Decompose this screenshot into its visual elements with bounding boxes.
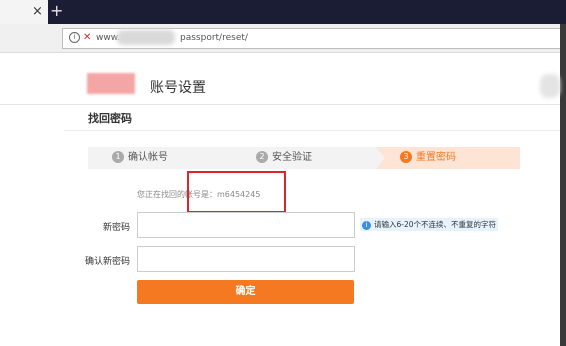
step-security-verification: 2 安全验证: [232, 147, 376, 169]
avatar[interactable]: [540, 74, 560, 98]
step-number: 1: [112, 151, 124, 163]
new-password-input[interactable]: [137, 212, 355, 238]
url-field[interactable]: i ✕ www. passport/reset/: [62, 28, 560, 49]
confirm-password-label: 确认新密码: [84, 257, 130, 267]
step-label: 安全验证: [272, 152, 312, 163]
header-divider: [0, 104, 560, 105]
confirm-button[interactable]: 确定: [137, 280, 354, 304]
step-label: 重置密码: [416, 152, 456, 163]
address-bar: i ✕ www. passport/reset/: [0, 24, 560, 53]
plus-icon[interactable]: +: [50, 2, 63, 20]
step-label: 确认帐号: [128, 152, 168, 163]
section-title: 找回密码: [88, 112, 132, 125]
page-title: 账号设置: [150, 80, 206, 96]
highlight-box: [187, 171, 286, 213]
insecure-lock-icon[interactable]: ✕: [83, 32, 91, 44]
step-confirm-account: 1 确认帐号: [88, 147, 232, 169]
close-icon[interactable]: ×: [32, 4, 43, 20]
info-icon: i: [362, 220, 371, 230]
step-reset-password: 3 重置密码: [376, 147, 520, 169]
step-separator: [376, 147, 385, 169]
step-number: 2: [256, 151, 268, 163]
info-icon[interactable]: i: [69, 32, 80, 43]
password-tip: i 请输入6-20个不连续、不重复的字符: [360, 218, 498, 231]
confirm-password-input[interactable]: [137, 246, 355, 272]
step-number: 3: [400, 151, 412, 163]
browser-tab[interactable]: ×: [0, 0, 48, 24]
url-path: passport/reset/: [180, 33, 248, 43]
site-logo[interactable]: [87, 73, 135, 94]
browser-tab-bar: × +: [0, 0, 566, 24]
new-password-label: 新密码: [102, 223, 130, 233]
progress-steps: 1 确认帐号 2 安全验证 3 重置密码: [88, 147, 520, 169]
redacted-domain: [117, 30, 175, 45]
password-tip-text: 请输入6-20个不连续、不重复的字符: [374, 220, 497, 229]
section-divider: [64, 130, 560, 131]
